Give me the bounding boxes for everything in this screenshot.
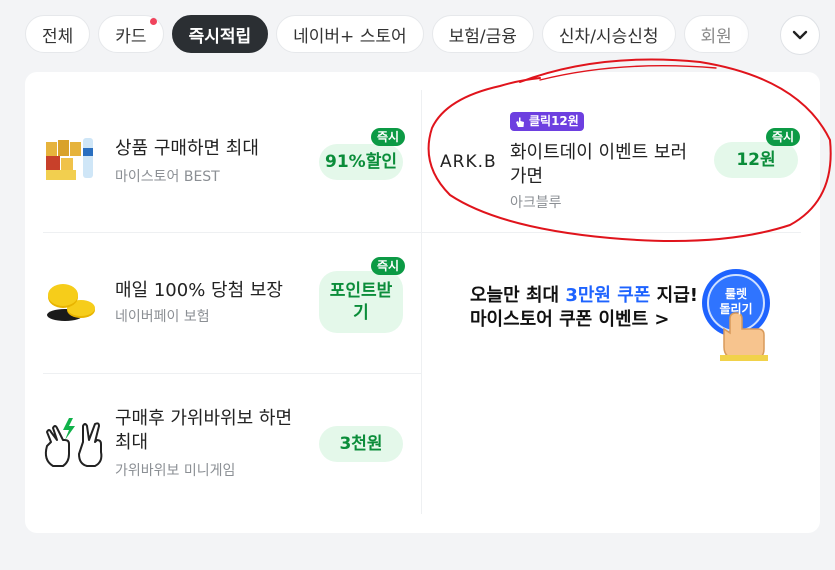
tab-label: 회원 (700, 26, 732, 47)
tab-membership[interactable]: 회원 (683, 15, 749, 53)
tab-label: 신차/시승신청 (558, 26, 659, 47)
instant-badge: 즉시 (766, 128, 801, 146)
reward-value-line1: 포인트받 (329, 281, 393, 301)
tab-label: 네이버+ 스토어 (293, 26, 407, 47)
item-subtitle: 아크블루 (510, 195, 562, 211)
gold-coins-icon (47, 284, 95, 321)
click-reward-label: 클릭12원 (529, 114, 579, 128)
roulette-label-line1: 룰렛 (724, 287, 748, 301)
item-title-line1: 구매후 가위바위보 하면 (115, 408, 293, 429)
tab-new-car[interactable]: 신차/시승신청 (541, 15, 676, 53)
click-reward-badge: 클릭12원 (510, 112, 584, 131)
item-title: 매일 100% 당첨 보장 (115, 280, 283, 301)
list-item-product-discount[interactable]: 상품 구매하면 최대 마이스토어 BEST 91%할인 즉시 (25, 72, 421, 232)
banner-headline-text: 지급! (650, 285, 698, 306)
item-subtitle: 네이버페이 보험 (115, 309, 210, 325)
list-item-daily-win[interactable]: 매일 100% 당첨 보장 네이버페이 보험 포인트받 기 즉시 (25, 233, 421, 373)
banner-highlight: 3만원 쿠폰 (565, 285, 651, 306)
roulette-label-line2: 돌리기 (719, 302, 753, 316)
reward-value: 12원 (736, 150, 776, 170)
reward-pill[interactable]: 3천원 (319, 426, 403, 462)
hand-click-icon (516, 117, 524, 127)
list-item-rock-paper-scissors[interactable]: 구매후 가위바위보 하면 최대 가위바위보 미니게임 3천원 (25, 374, 421, 514)
reward-value: 3천원 (339, 434, 383, 454)
reward-pill[interactable]: 91%할인 (319, 144, 403, 180)
category-tabs: 전체 카드 즉시적립 네이버+ 스토어 보험/금융 신차/시승신청 회원 (25, 14, 749, 54)
tab-insurance-finance[interactable]: 보험/금융 (431, 15, 534, 53)
roulette-label: 룰렛 돌리기 (704, 287, 768, 317)
brand-logo: ARK.B (440, 152, 497, 172)
more-tabs-button[interactable] (780, 15, 820, 55)
reward-value: 91%할인 (325, 152, 397, 172)
coupon-event-banner[interactable]: 오늘만 최대 3만원 쿠폰 지급! 마이스토어 쿠폰 이벤트 > 룰렛 돌리기 (422, 233, 820, 373)
reward-pill[interactable]: 포인트받 기 (319, 271, 403, 333)
item-title-line2: 최대 (115, 432, 149, 453)
notification-dot (149, 18, 157, 25)
tab-instant-points[interactable]: 즉시적립 (171, 15, 269, 53)
tab-all[interactable]: 전체 (25, 15, 91, 53)
banner-subline: 마이스토어 쿠폰 이벤트 > (470, 309, 670, 330)
banner-headline: 오늘만 최대 3만원 쿠폰 지급! (470, 281, 698, 307)
rock-paper-scissors-hands-icon (44, 418, 103, 467)
tab-label: 보험/금융 (448, 26, 517, 47)
item-subtitle: 마이스토어 BEST (115, 169, 220, 185)
item-title-line1: 화이트데이 이벤트 보러 (510, 142, 688, 163)
reward-value-line2: 기 (353, 303, 369, 323)
tab-naver-store[interactable]: 네이버+ 스토어 (276, 15, 424, 53)
product-bundle-thumbnail (46, 138, 93, 180)
item-title-line2: 가면 (510, 166, 544, 187)
reward-pill[interactable]: 12원 (714, 142, 798, 178)
banner-headline-text: 오늘만 최대 (470, 285, 566, 306)
rewards-card: 상품 구매하면 최대 마이스토어 BEST 91%할인 즉시 ARK.B 클릭1… (25, 72, 820, 533)
list-item-whiteday-event[interactable]: ARK.B 클릭12원 화이트데이 이벤트 보러 가면 아크블루 12원 즉시 (422, 72, 820, 232)
instant-badge: 즉시 (371, 257, 406, 275)
instant-badge: 즉시 (371, 128, 406, 146)
chevron-down-icon (792, 30, 808, 40)
tab-label: 카드 (115, 26, 147, 47)
item-title: 상품 구매하면 최대 (115, 138, 259, 159)
tab-label: 전체 (42, 26, 74, 47)
tab-card[interactable]: 카드 (98, 15, 164, 53)
tab-label: 즉시적립 (188, 26, 252, 47)
item-subtitle: 가위바위보 미니게임 (115, 463, 236, 479)
tabs-fade (740, 14, 780, 54)
